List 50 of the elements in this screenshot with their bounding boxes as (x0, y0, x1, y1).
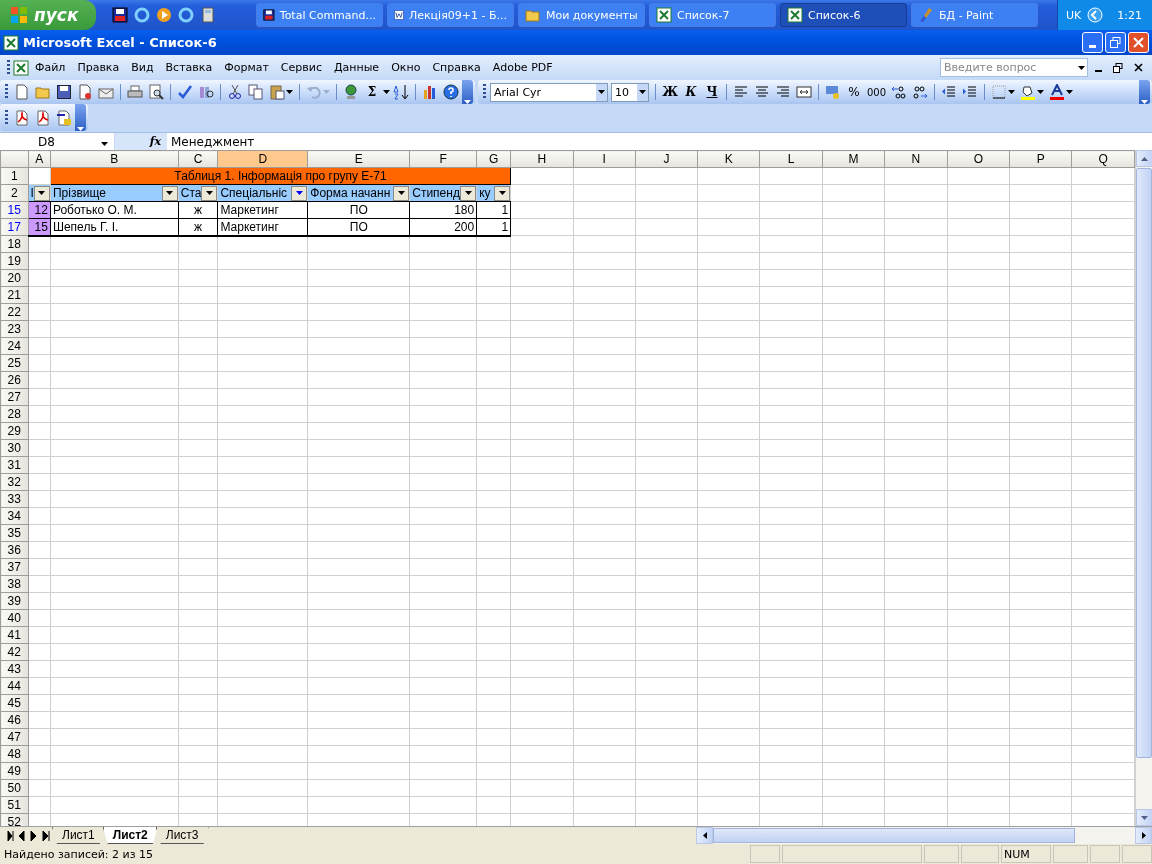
menu-item[interactable]: Вид (125, 59, 160, 76)
column-header[interactable]: A (28, 150, 51, 168)
column-header[interactable]: G (476, 150, 511, 168)
column-header[interactable]: Q (1071, 150, 1135, 168)
column-header[interactable]: M (822, 150, 885, 168)
taskbar-button[interactable]: Мои документы (518, 3, 645, 27)
taskbar-button[interactable]: Список-7 (649, 3, 776, 27)
thousands-button[interactable]: 000 (865, 81, 889, 103)
language-indicator: UK (1066, 8, 1082, 22)
num-lock-indicator: NUM (1001, 845, 1051, 863)
column-header[interactable]: H (510, 150, 573, 168)
bold-button[interactable]: Ж (660, 81, 680, 103)
column-header[interactable]: I (573, 150, 636, 168)
percent-button[interactable]: % (844, 81, 864, 103)
column-header[interactable]: L (759, 150, 823, 168)
menu-item[interactable]: Справка (426, 59, 487, 76)
column-header[interactable]: O (947, 150, 1010, 168)
menu-item[interactable]: Файл (29, 59, 72, 76)
font-size-field[interactable]: 10 (611, 82, 649, 102)
menu-item[interactable]: Окно (385, 59, 427, 76)
menu-item[interactable]: Adobe PDF (486, 59, 559, 76)
column-header[interactable]: C (178, 150, 218, 168)
clock: 1:21 (1117, 8, 1142, 22)
column-header[interactable]: J (635, 150, 698, 168)
menu-item[interactable]: Вставка (159, 59, 219, 76)
function-label: fx (115, 132, 167, 151)
font-name-field[interactable]: Arial Cyr (490, 82, 608, 102)
menu-item[interactable]: Формат (218, 59, 275, 76)
column-header[interactable]: F (409, 150, 477, 168)
column-header[interactable]: B (50, 150, 179, 168)
help-search-field[interactable]: Введите вопрос (940, 58, 1088, 77)
autosum-button[interactable]: Σ (362, 81, 382, 103)
taskbar-button[interactable]: Лекція09+1 - Б... (387, 3, 514, 27)
taskbar-button[interactable]: Список-6 (780, 3, 907, 27)
sheet-tab[interactable]: Лист2 (102, 827, 158, 844)
status-message: Найдено записей: 2 из 15 (4, 847, 154, 861)
column-header[interactable]: E (307, 150, 410, 168)
menu-item[interactable]: Данные (327, 59, 386, 76)
column-header[interactable]: N (884, 150, 948, 168)
column-header[interactable]: D (217, 150, 308, 168)
menu-item[interactable]: Сервис (274, 59, 328, 76)
taskbar-button[interactable]: Total Command... (256, 3, 383, 27)
italic-button[interactable]: К (681, 81, 701, 103)
window-title: Microsoft Excel - Список-6 (23, 35, 217, 50)
taskbar-button[interactable]: БД - Paint (911, 3, 1038, 27)
sheet-tab[interactable]: Лист3 (155, 827, 209, 844)
underline-button[interactable]: Ч (702, 81, 722, 103)
column-header[interactable]: P (1009, 150, 1072, 168)
menu-item[interactable]: Правка (71, 59, 126, 76)
column-header[interactable]: K (697, 150, 760, 168)
